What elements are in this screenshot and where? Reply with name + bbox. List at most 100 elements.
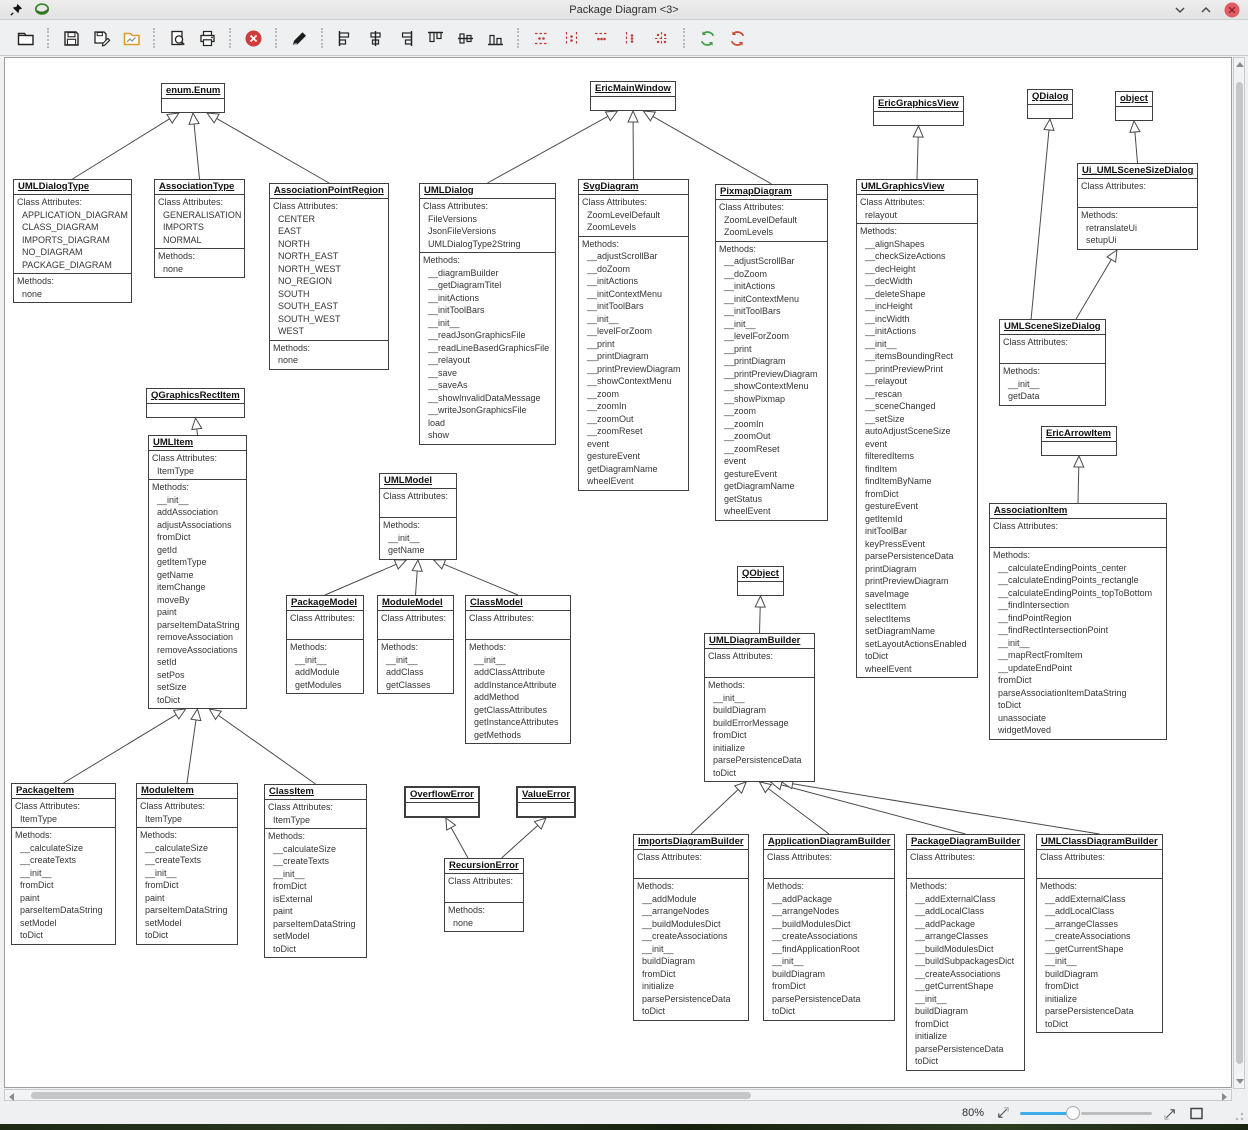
scroll-right-arrow[interactable]	[1222, 1093, 1227, 1101]
zoom-slider[interactable]	[1020, 1106, 1152, 1120]
class-box-UMLModel[interactable]: UMLModel Class Attributes: Methods: __init…	[379, 473, 457, 560]
class-methods-section: Methods: __adjustScrollBar __doZoom __initA…	[579, 237, 688, 490]
save-button[interactable]	[56, 24, 86, 52]
window-new-button[interactable]	[10, 24, 40, 52]
class-box-ModuleItem[interactable]: ModuleItem Class Attributes: ItemType Metho…	[136, 783, 238, 945]
attributes-label: Class Attributes:	[381, 613, 447, 623]
class-box-UMLDiagramBuilder[interactable]: UMLDiagramBuilder Class Attributes: Metho…	[704, 633, 815, 782]
class-box-SvgDiagram[interactable]: SvgDiagram Class Attributes: ZoomLevelDefa…	[578, 179, 689, 491]
method: __initToolBars	[428, 305, 485, 315]
save-image-button[interactable]	[116, 24, 146, 52]
class-name: AssociationItem	[990, 504, 1166, 519]
class-methods-section: Methods: __calculateSize __createTexts __in…	[137, 828, 237, 944]
align-bottom-button[interactable]	[480, 24, 510, 52]
class-box-ClassItem[interactable]: ClassItem Class Attributes: ItemType Method…	[264, 784, 367, 958]
class-box-ImportsDiagramBuilder[interactable]: ImportsDiagramBuilder Class Attributes: M…	[633, 834, 749, 1021]
increase-vertical-button[interactable]	[616, 24, 646, 52]
fullscreen-button[interactable]	[1188, 1105, 1204, 1121]
attribute: ItemType	[145, 813, 183, 824]
toolbar-separator	[47, 28, 49, 48]
maximize-button[interactable]	[1198, 2, 1214, 18]
method: __addExternalClass	[1045, 893, 1126, 904]
resize-grip[interactable]	[1234, 1111, 1244, 1121]
increase-horizontal-button[interactable]	[586, 24, 616, 52]
reload-button[interactable]	[722, 24, 752, 52]
class-box-enum.Enum[interactable]: enum.Enum	[161, 83, 226, 113]
scroll-left-arrow[interactable]	[9, 1093, 14, 1101]
class-methods-section: Methods: __diagramBuilder __getDiagramTite…	[420, 253, 555, 444]
class-box-ValueError[interactable]: ValueError	[516, 786, 577, 818]
class-box-Ui_UMLSceneSizeDialog[interactable]: Ui_UMLSceneSizeDialog Class Attributes: M…	[1077, 163, 1199, 250]
class-box-EricGraphicsView[interactable]: EricGraphicsView	[873, 96, 964, 126]
class-box-UMLClassDiagramBuilder[interactable]: UMLClassDiagramBuilder Class Attributes: …	[1036, 834, 1163, 1033]
pin-icon[interactable]	[8, 2, 24, 18]
class-box-UMLSceneSizeDialog[interactable]: UMLSceneSizeDialog Class Attributes: Meth…	[999, 319, 1106, 406]
refresh-button[interactable]	[692, 24, 722, 52]
distribute-horizontal-button[interactable]	[526, 24, 556, 52]
class-box-UMLDialogType[interactable]: UMLDialogType Class Attributes: APPLICATIO…	[13, 179, 132, 303]
class-empty-body	[147, 404, 244, 417]
class-box-AssociationPointRegion[interactable]: AssociationPointRegion Class Attributes: C…	[269, 183, 389, 370]
class-box-ModuleModel[interactable]: ModuleModel Class Attributes: Methods: __i…	[377, 595, 454, 694]
increase-horizontal-icon	[592, 29, 611, 48]
scroll-down-arrow[interactable]	[1236, 1079, 1244, 1084]
delete-button[interactable]	[284, 24, 314, 52]
align-right-button[interactable]	[390, 24, 420, 52]
vertical-scrollbar[interactable]	[1233, 57, 1245, 1089]
class-box-PixmapDiagram[interactable]: PixmapDiagram Class Attributes: ZoomLevelD…	[715, 184, 828, 521]
method: __arrangeClasses	[915, 931, 989, 941]
align-top-button[interactable]	[420, 24, 450, 52]
zoom-out-button[interactable]	[994, 1105, 1010, 1121]
horizontal-scrollbar[interactable]	[4, 1089, 1232, 1101]
class-box-AssociationItem[interactable]: AssociationItem Class Attributes: Methods…	[989, 503, 1167, 740]
method: __calculateEndingPoints_topToBottom	[998, 587, 1153, 598]
class-box-PackageDiagramBuilder[interactable]: PackageDiagramBuilder Class Attributes: M…	[906, 834, 1026, 1071]
class-box-PackageModel[interactable]: PackageModel Class Attributes: Methods: __…	[286, 595, 364, 694]
class-box-OverflowError[interactable]: OverflowError	[404, 786, 480, 818]
class-box-QObject[interactable]: QObject	[737, 566, 784, 596]
class-box-RecursionError[interactable]: RecursionError Class Attributes: Methods:…	[444, 858, 524, 932]
class-box-AssociationType[interactable]: AssociationType Class Attributes: GENERALI…	[154, 179, 246, 278]
align-center-v-button[interactable]	[450, 24, 480, 52]
class-name: UMLGraphicsView	[857, 180, 977, 195]
inheritance-edge	[1134, 131, 1138, 164]
class-box-object[interactable]: object	[1115, 91, 1153, 121]
inheritance-edge	[443, 563, 519, 596]
minimize-button[interactable]	[1172, 2, 1188, 18]
class-attributes-section: Class Attributes: FileVersions JsonFileVer…	[420, 199, 555, 253]
class-box-UMLItem[interactable]: UMLItem Class Attributes: ItemType Methods:…	[148, 435, 247, 709]
distribute-vertical-button[interactable]	[556, 24, 586, 52]
attribute: NORMAL	[163, 234, 202, 245]
method: getItemType	[157, 557, 207, 567]
print-button[interactable]	[192, 24, 222, 52]
align-left-button[interactable]	[330, 24, 360, 52]
class-box-EricArrowItem[interactable]: EricArrowItem	[1041, 426, 1117, 456]
window-close-button[interactable]	[1224, 2, 1240, 18]
horizontal-scrollbar-thumb[interactable]	[31, 1092, 751, 1099]
vertical-scrollbar-thumb[interactable]	[1236, 82, 1243, 1064]
zoom-in-button[interactable]	[1162, 1105, 1178, 1121]
align-center-h-button[interactable]	[360, 24, 390, 52]
class-box-EricMainWindow[interactable]: EricMainWindow	[590, 81, 676, 111]
class-box-PackageItem[interactable]: PackageItem Class Attributes: ItemType Meth…	[11, 783, 116, 945]
class-box-UMLGraphicsView[interactable]: UMLGraphicsView Class Attributes: relayout…	[856, 179, 978, 678]
zoom-slider-handle[interactable]	[1065, 1106, 1080, 1120]
attributes-label: Class Attributes:	[1081, 181, 1147, 191]
close-button[interactable]	[238, 24, 268, 52]
methods-label: Methods:	[268, 831, 306, 841]
method: __init__	[1008, 378, 1040, 389]
distribute-both-button[interactable]	[646, 24, 676, 52]
class-box-QGraphicsRectItem[interactable]: QGraphicsRectItem	[146, 388, 245, 418]
attribute: ItemType	[157, 465, 195, 476]
class-name: ClassItem	[265, 785, 366, 800]
print-preview-button[interactable]	[162, 24, 192, 52]
inheritance-edge	[1077, 466, 1080, 504]
diagram-canvas[interactable]: enum.Enum EricMainWindow EricGraphicsView Q…	[4, 57, 1232, 1088]
class-box-QDialog[interactable]: QDialog	[1027, 89, 1074, 119]
class-box-ApplicationDiagramBuilder[interactable]: ApplicationDiagramBuilder Class Attribute…	[763, 834, 896, 1021]
class-methods-section: Methods: __init__ buildDiagram buildErrorMe…	[705, 678, 814, 781]
class-box-UMLDialog[interactable]: UMLDialog Class Attributes: FileVersions Js…	[419, 183, 556, 445]
class-box-ClassModel[interactable]: ClassModel Class Attributes: Methods: __in…	[465, 595, 571, 744]
scroll-up-arrow[interactable]	[1236, 62, 1244, 67]
save-as-button[interactable]	[86, 24, 116, 52]
